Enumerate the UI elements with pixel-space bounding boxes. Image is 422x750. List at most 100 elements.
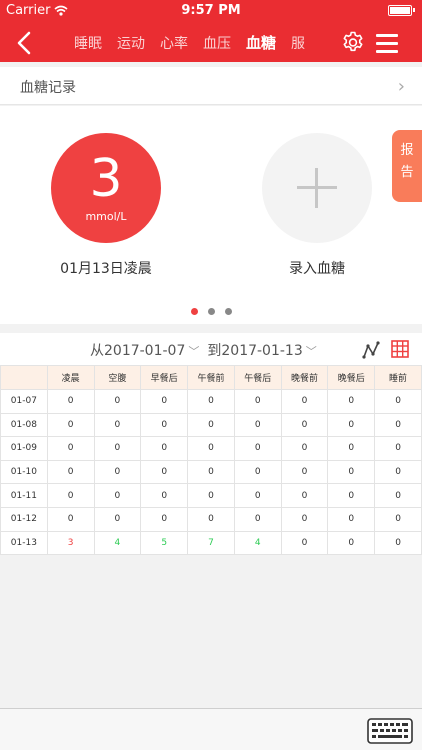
table-cell: 0 [327, 412, 376, 438]
table-cell: 3 [46, 530, 95, 556]
page-dot[interactable] [190, 308, 198, 315]
status-bar: Carrier 9:57 PM [0, 0, 422, 22]
table-cell: 0 [327, 389, 376, 414]
table-cell: 0 [280, 530, 329, 556]
end-date-picker[interactable]: 到2017-01-13 [207, 343, 302, 359]
tab-4[interactable]: 血糖 [246, 32, 276, 53]
row-date: 01-09 [0, 436, 48, 461]
table-cell: 0 [93, 389, 142, 414]
table-cell: 0 [93, 483, 142, 508]
reading-time-label: 01月13日凌晨 [60, 261, 152, 277]
table-cell: 0 [93, 412, 142, 438]
latest-reading-circle[interactable]: 3 mmol/L [51, 133, 161, 243]
table-row: 01-07 0 0 0 0 0 0 0 0 [0, 389, 422, 414]
table-cell: 0 [140, 412, 189, 438]
table-cell: 0 [327, 436, 376, 461]
table-cell: 0 [374, 389, 422, 414]
table-cell: 0 [280, 436, 329, 461]
table-row: 01-08 0 0 0 0 0 0 0 0 [0, 412, 422, 438]
row-date: 01-11 [0, 483, 48, 508]
tab-0[interactable]: 睡眠 [74, 33, 102, 53]
line-chart-icon[interactable] [361, 340, 381, 360]
table-cell: 0 [233, 412, 282, 438]
report-tab-label-2: 告 [400, 165, 414, 180]
table-cell: 0 [46, 436, 95, 461]
table-cell: 0 [280, 412, 329, 438]
column-header: 晚餐前 [280, 365, 329, 390]
chevron-down-icon: ﹀ [305, 345, 317, 358]
reading-card: 3 mmol/L 01月13日凌晨 录入血糖 [0, 106, 422, 324]
table-cell: 4 [233, 530, 282, 556]
add-reading-label: 录入血糖 [289, 261, 345, 277]
row-date: 01-13 [0, 530, 48, 556]
page-dot[interactable] [224, 308, 232, 315]
table-cell: 0 [140, 506, 189, 532]
nav-bar: 睡眠 运动 心率 血压 血糖服 [0, 22, 422, 62]
column-header: 早餐后 [140, 365, 189, 390]
table-row: 01-10 0 0 0 0 0 0 0 0 [0, 459, 422, 485]
tab-3[interactable]: 血压 [203, 33, 231, 53]
table-row: 01-13 3 4 5 7 4 0 0 0 [0, 530, 422, 556]
table-view-icon[interactable] [391, 340, 409, 358]
chevron-right-icon: › [397, 76, 405, 97]
column-header: 晚餐后 [327, 365, 376, 390]
column-header: 午餐后 [233, 365, 282, 390]
table-cell: 0 [280, 459, 329, 485]
add-reading-button[interactable] [262, 133, 372, 243]
bottom-toolbar [0, 708, 422, 750]
back-button[interactable] [10, 28, 40, 58]
report-tab-label-1: 报 [400, 143, 414, 158]
battery-icon [388, 5, 415, 16]
tab-2[interactable]: 心率 [160, 33, 188, 53]
table-cell: 0 [93, 436, 142, 461]
table-cell: 0 [187, 483, 235, 508]
table-cell: 0 [233, 483, 282, 508]
app-header: Carrier 9:57 PM 睡眠 运动 心率 血压 血糖服 [0, 0, 422, 62]
row-date: 01-08 [0, 412, 48, 438]
table-cell: 0 [374, 436, 422, 461]
table-row: 01-12 0 0 0 0 0 0 0 0 [0, 506, 422, 532]
table-cell: 0 [233, 436, 282, 461]
table-cell: 0 [280, 506, 329, 532]
page-indicator [0, 300, 422, 319]
column-header: 睡前 [374, 365, 422, 390]
table-cell: 0 [374, 483, 422, 508]
tab-5[interactable]: 服 [291, 33, 305, 53]
row-date: 01-10 [0, 459, 48, 485]
table-cell: 0 [46, 389, 95, 414]
table-row: 01-09 0 0 0 0 0 0 0 0 [0, 436, 422, 461]
start-date-picker[interactable]: 从2017-01-07 [90, 343, 185, 359]
report-tab-button[interactable]: 报 告 [392, 130, 422, 202]
table-cell: 0 [374, 412, 422, 438]
column-header [0, 365, 48, 390]
table-cell: 0 [140, 389, 189, 414]
table-cell: 0 [46, 483, 95, 508]
category-tabs: 睡眠 运动 心率 血压 血糖服 [74, 32, 336, 54]
table-cell: 0 [280, 389, 329, 414]
glucose-record-row[interactable]: 血糖记录 › [0, 67, 422, 105]
keyboard-icon[interactable] [367, 718, 413, 744]
settings-gear-icon[interactable] [341, 31, 365, 55]
table-cell: 0 [140, 483, 189, 508]
table-cell: 0 [280, 483, 329, 508]
column-header: 凌晨 [46, 365, 95, 390]
table-cell: 0 [233, 389, 282, 414]
reading-unit: mmol/L [85, 210, 127, 223]
table-cell: 0 [46, 412, 95, 438]
table-cell: 0 [140, 436, 189, 461]
table-cell: 0 [140, 459, 189, 485]
table-row: 01-11 0 0 0 0 0 0 0 0 [0, 483, 422, 508]
table-cell: 0 [233, 459, 282, 485]
table-cell: 0 [187, 506, 235, 532]
table-cell: 7 [187, 530, 235, 556]
tab-1[interactable]: 运动 [117, 33, 145, 53]
reading-value: 3 [89, 149, 123, 209]
table-cell: 0 [187, 436, 235, 461]
table-cell: 0 [374, 459, 422, 485]
page-dot[interactable] [207, 308, 215, 315]
table-cell: 5 [140, 530, 189, 556]
table-cell: 0 [187, 412, 235, 438]
status-time: 9:57 PM [181, 3, 241, 18]
menu-hamburger-icon[interactable] [376, 34, 398, 53]
row-date: 01-12 [0, 506, 48, 532]
